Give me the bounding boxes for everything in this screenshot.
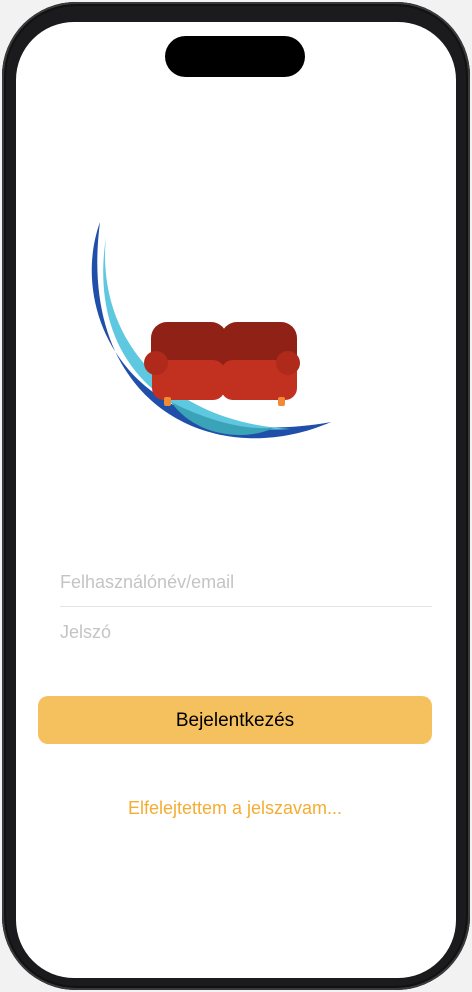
username-field[interactable] (60, 560, 432, 604)
password-field[interactable] (60, 610, 432, 654)
login-button[interactable]: Bejelentkezés (38, 696, 432, 744)
username-input[interactable] (60, 560, 432, 604)
dynamic-island (165, 36, 305, 77)
app-screen: Bejelentkezés Elfelejtettem a jelszavam.… (16, 22, 456, 978)
forgot-password-link[interactable]: Elfelejtettem a jelszavam... (38, 798, 432, 819)
sofa-logo-icon (91, 222, 331, 439)
field-divider (60, 606, 432, 607)
phone-frame: Bejelentkezés Elfelejtettem a jelszavam.… (2, 2, 470, 990)
password-input[interactable] (60, 610, 432, 654)
